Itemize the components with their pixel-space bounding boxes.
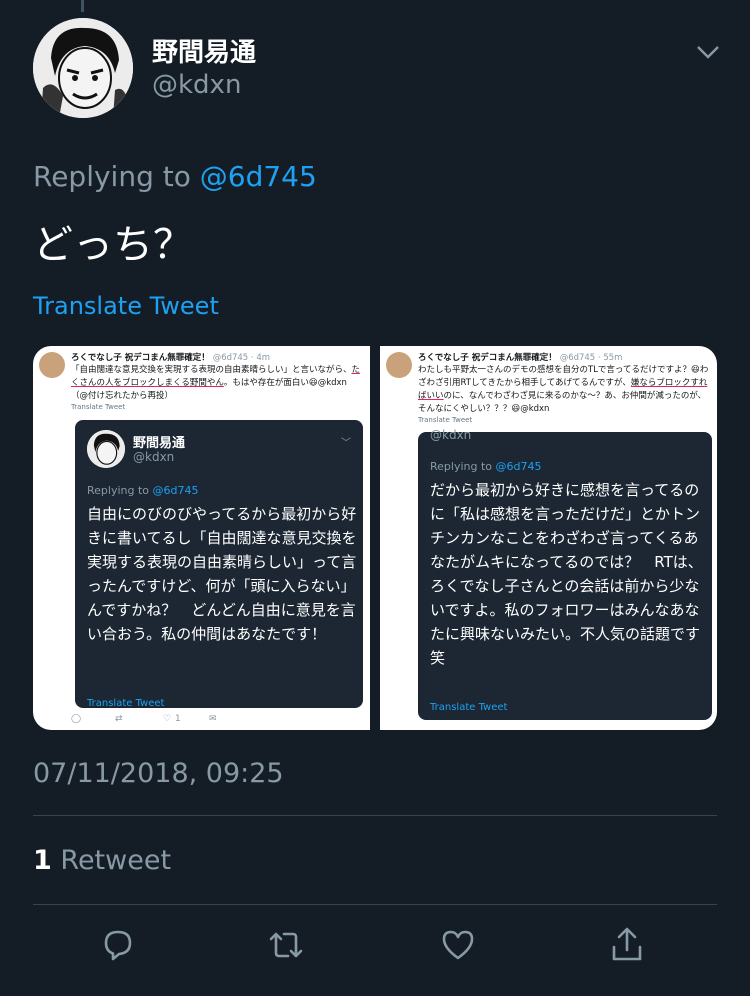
retweet-count[interactable]: 1 Retweet <box>33 845 171 876</box>
quoted-tweet-card: @kdxn Replying to @6d745 だから最初から好きに感想を言っ… <box>418 428 712 720</box>
quoted-avatar <box>87 430 125 468</box>
author-display-name[interactable]: 野間易通 <box>152 32 256 69</box>
quoted-text: 自由にのびのびやってるから最初から好きに書いてるし「自由闊達な意見交換を実現する… <box>87 505 357 643</box>
quoted-replying-to: Replying to @6d745 <box>87 484 199 497</box>
author-handle[interactable]: @kdxn <box>152 70 241 100</box>
embedded-avatar <box>39 352 65 378</box>
quoted-chevron-icon: ﹀ <box>341 438 351 449</box>
embedded-body: 「自由闊達な意見交換を実現する表現の自由素晴らしい」と言いながら、たくさんの人を… <box>71 364 363 403</box>
quoted-translate: Translate Tweet <box>87 698 165 709</box>
quoted-handle: @kdxn <box>133 450 175 464</box>
embedded-header: ろくでなし子 祝デコまん無罪確定！ @6d745 · 4m <box>71 351 270 363</box>
embedded-avatar <box>386 352 412 378</box>
author-avatar[interactable] <box>33 18 133 118</box>
quoted-reply-prefix: Replying to <box>87 484 150 497</box>
heart-icon[interactable] <box>438 925 478 965</box>
embedded-retweet-icon: ⇄ <box>115 714 123 724</box>
embedded-actions: ◯ ⇄ ♡ 1 ✉ <box>71 714 271 726</box>
retweet-icon[interactable] <box>266 925 306 965</box>
embedded-like-icon: ♡ <box>163 714 172 724</box>
media-image-left[interactable]: ろくでなし子 祝デコまん無罪確定！ @6d745 · 4m 「自由闊達な意見交換… <box>33 346 370 730</box>
replying-to-prefix: Replying to <box>33 160 191 193</box>
quoted-replying-to: Replying to @6d745 <box>430 460 542 473</box>
share-icon[interactable] <box>607 925 647 965</box>
quoted-handle: @kdxn <box>430 428 472 442</box>
reply-target-link[interactable]: @6d745 <box>200 160 317 193</box>
embedded-reply-icon: ◯ <box>71 714 82 724</box>
divider <box>33 904 717 905</box>
translate-tweet-link[interactable]: Translate Tweet <box>33 292 219 320</box>
tweet-text: どっち？ <box>33 222 193 268</box>
thread-connector-line <box>81 0 84 12</box>
embedded-body: わたしも平野太一さんのデモの感想を自分のTLで言ってるだけですよ？😆わざわざ引用… <box>418 364 710 416</box>
embedded-body-text: 「自由闊達な意見交換を実現する表現の自由素晴らしい」と言いながら、 <box>71 365 352 375</box>
replying-to: Replying to @6d745 <box>33 160 317 193</box>
embedded-mail-icon: ✉ <box>209 714 217 724</box>
media-image-right[interactable]: ろくでなし子 祝デコまん無罪確定！ @6d745 · 55m わたしも平野太一さ… <box>380 346 717 730</box>
embedded-name: ろくでなし子 祝デコまん無罪確定！ <box>418 353 557 363</box>
quoted-reply-prefix: Replying to <box>430 460 493 473</box>
reply-icon[interactable] <box>98 925 138 965</box>
quoted-reply-target: @6d745 <box>495 460 542 473</box>
embedded-meta: @6d745 · 55m <box>559 353 623 363</box>
retweet-count-number: 1 <box>33 845 52 876</box>
chevron-down-icon[interactable] <box>694 38 722 66</box>
tweet-timestamp: 07/11/2018, 09:25 <box>33 758 284 789</box>
embedded-like-count: 1 <box>175 714 181 724</box>
embedded-meta: @6d745 · 4m <box>212 353 271 363</box>
divider <box>33 815 717 816</box>
quoted-name: 野間易通 <box>133 436 186 451</box>
quoted-text: だから最初から好きに感想を言ってるのに「私は感想を言っただけだ」とかトンチンカン… <box>430 481 703 667</box>
embedded-translate: Translate Tweet <box>418 416 473 424</box>
quoted-translate: Translate Tweet <box>430 702 508 713</box>
embedded-body-text-end: のに、なんでわざわざ見に来るのかな〜？あ、お仲間が減ったのが、そんなにくやしい？… <box>418 391 707 414</box>
quoted-tweet-card: 野間易通 @kdxn ﹀ Replying to @6d745 自由にのびのびや… <box>75 420 363 709</box>
retweet-count-label: Retweet <box>60 845 172 876</box>
quoted-reply-target: @6d745 <box>152 484 199 497</box>
embedded-translate: Translate Tweet <box>71 403 126 411</box>
embedded-header: ろくでなし子 祝デコまん無罪確定！ @6d745 · 55m <box>418 351 622 363</box>
attached-media[interactable]: ろくでなし子 祝デコまん無罪確定！ @6d745 · 4m 「自由闊達な意見交換… <box>33 346 717 730</box>
embedded-name: ろくでなし子 祝デコまん無罪確定！ <box>71 353 210 363</box>
